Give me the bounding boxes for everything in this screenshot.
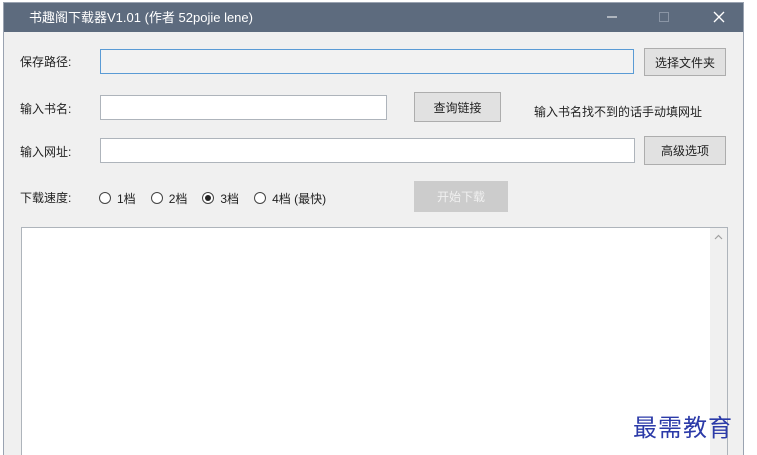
start-download-button[interactable]: 开始下载: [414, 181, 508, 212]
query-link-button[interactable]: 查询链接: [414, 92, 501, 122]
url-label: 输入网址:: [20, 145, 72, 159]
speed-option-3[interactable]: 3档: [202, 190, 239, 207]
speed-option-4[interactable]: 4档 (最快): [254, 190, 326, 207]
speed-option-label: 3档: [220, 191, 240, 206]
speed-label: 下载速度:: [20, 191, 72, 205]
speed-option-2[interactable]: 2档: [150, 190, 188, 207]
window-title: 书趣阁下载器V1.01 (作者 52pojie lene): [29, 10, 253, 25]
scroll-up-icon[interactable]: [714, 234, 723, 240]
maximize-button[interactable]: [641, 3, 687, 32]
speed-option-label: 1档: [117, 191, 136, 206]
url-input[interactable]: [100, 138, 635, 163]
advanced-options-button[interactable]: 高级选项: [644, 136, 726, 165]
watermark-text: 最需教育: [633, 414, 733, 442]
choose-folder-button[interactable]: 选择文件夹: [644, 48, 726, 76]
log-output[interactable]: [21, 227, 728, 455]
save-path-label: 保存路径:: [20, 55, 72, 69]
close-icon: [713, 11, 725, 23]
app-window: 书趣阁下载器V1.01 (作者 52pojie lene) 保存路径: 选择文件…: [3, 2, 744, 455]
radio-icon[interactable]: [150, 192, 163, 204]
radio-icon[interactable]: [254, 192, 267, 204]
radio-icon[interactable]: [99, 192, 111, 204]
speed-option-1[interactable]: 1档: [99, 190, 136, 207]
save-path-input[interactable]: [100, 49, 634, 74]
book-name-hint: 输入书名找不到的话手动填网址: [534, 105, 703, 119]
speed-radio-group: 1档 2档 3档 4档 (最快): [99, 190, 341, 206]
close-button[interactable]: [696, 3, 742, 32]
book-name-label: 输入书名:: [20, 102, 72, 116]
speed-option-label: 2档: [168, 191, 188, 206]
minimize-icon: [607, 16, 617, 18]
maximize-icon: [659, 12, 669, 22]
speed-option-label: 4档 (最快): [272, 191, 327, 206]
radio-selected-icon[interactable]: [202, 192, 215, 204]
title-bar[interactable]: 书趣阁下载器V1.01 (作者 52pojie lene): [4, 3, 743, 32]
book-name-input[interactable]: [100, 95, 387, 120]
minimize-button[interactable]: [589, 3, 635, 32]
